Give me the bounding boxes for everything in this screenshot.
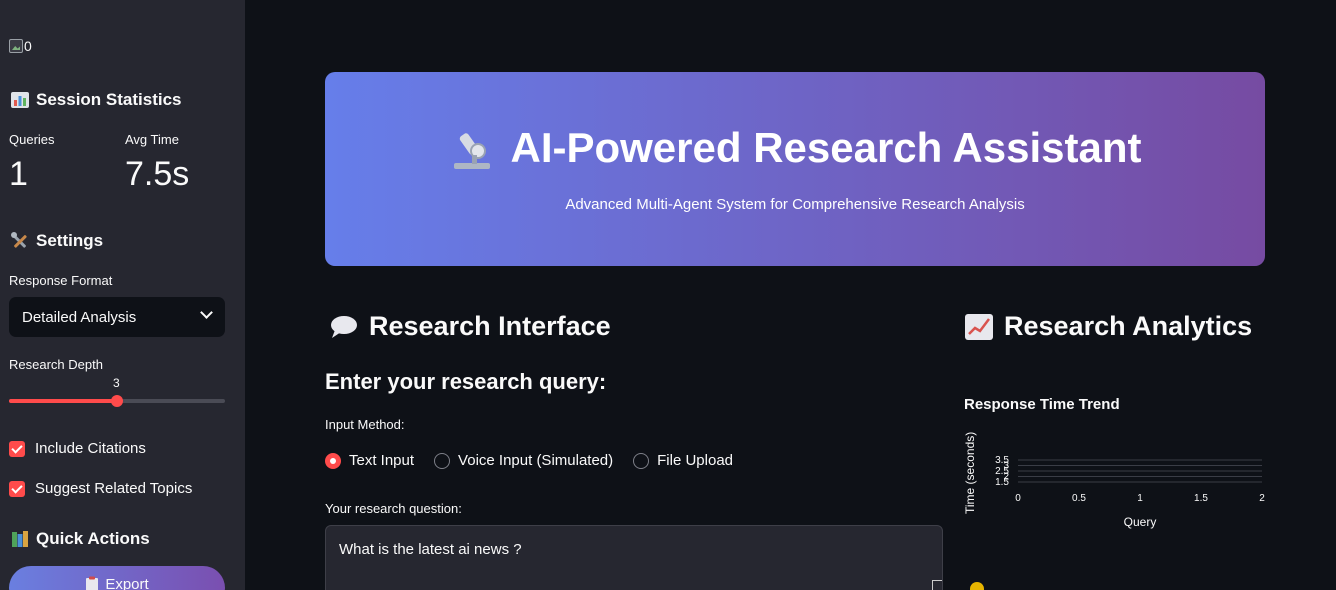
resize-handle-icon[interactable] xyxy=(932,580,942,590)
metric-avg-time-label: Avg Time xyxy=(125,132,179,147)
y-tick-label: 3.5 xyxy=(995,455,1009,466)
tools-icon xyxy=(11,232,27,248)
research-depth-value: 3 xyxy=(113,376,120,390)
logo-image: 0 xyxy=(9,38,32,54)
trend-chart-icon xyxy=(965,313,993,340)
input-method-radio-group: Text Input Voice Input (Simulated) File … xyxy=(325,452,733,469)
radio-selected-icon xyxy=(325,452,341,469)
bar-chart-icon xyxy=(11,92,29,108)
x-axis-label: Query xyxy=(1124,515,1157,529)
hero-banner: AI-Powered Research Assistant Advanced M… xyxy=(325,72,1265,266)
slider-thumb[interactable] xyxy=(111,395,123,407)
checkbox-checked-icon xyxy=(9,480,25,497)
radio-label: Text Input xyxy=(349,452,415,469)
lightbulb-icon xyxy=(970,582,984,590)
hero-title: AI-Powered Research Assistant xyxy=(325,124,1265,172)
checkbox-checked-icon xyxy=(9,440,25,457)
hero-title-text: AI-Powered Research Assistant xyxy=(510,124,1142,171)
research-interface-title: Research Interface xyxy=(369,311,611,341)
research-depth-slider[interactable] xyxy=(9,395,225,407)
research-analytics-title: Research Analytics xyxy=(1004,311,1253,341)
y-axis-label: Time (seconds) xyxy=(963,432,977,514)
include-citations-label: Include Citations xyxy=(35,440,146,457)
x-tick-label: 2 xyxy=(1259,493,1265,504)
query-heading: Enter your research query: xyxy=(325,369,607,394)
settings-title: Settings xyxy=(36,231,104,250)
session-statistics-title: Session Statistics xyxy=(36,90,182,109)
research-analytics-heading: Research Analytics xyxy=(964,311,1252,342)
microscope-icon xyxy=(454,133,491,169)
research-depth-label: Research Depth xyxy=(9,357,103,372)
metric-queries-value: 1 xyxy=(9,155,28,193)
hero-subtitle: Advanced Multi-Agent System for Comprehe… xyxy=(565,196,1025,213)
sidebar: 0 Session Statistics Queries 1 Avg Time … xyxy=(0,0,245,590)
quick-actions-title: Quick Actions xyxy=(36,529,150,548)
research-interface-heading: Research Interface xyxy=(329,311,611,342)
research-question-value: What is the latest ai news ? xyxy=(339,541,522,558)
input-method-label: Input Method: xyxy=(325,417,405,432)
response-time-chart: Time (seconds) Query 1.522.533.5 0 0.5 1 1.… xyxy=(963,432,1265,529)
x-tick-label: 0 xyxy=(1015,493,1021,504)
radio-voice-input[interactable]: Voice Input (Simulated) xyxy=(434,452,613,469)
x-tick-label: 1.5 xyxy=(1194,493,1208,504)
radio-label: File Upload xyxy=(657,452,734,469)
x-tick-label: 1 xyxy=(1137,493,1143,504)
logo-alt-text: 0 xyxy=(24,38,32,54)
slider-fill xyxy=(9,399,117,403)
response-format-label: Response Format xyxy=(9,273,113,288)
clipboard-icon xyxy=(86,576,99,590)
settings-heading: Settings xyxy=(10,231,103,251)
radio-label: Voice Input (Simulated) xyxy=(458,452,614,469)
response-format-value: Detailed Analysis xyxy=(22,308,137,326)
question-label: Your research question: xyxy=(325,501,462,516)
x-tick-label: 0.5 xyxy=(1072,493,1086,504)
session-statistics-heading: Session Statistics xyxy=(10,90,182,110)
metric-queries-label: Queries xyxy=(9,132,55,147)
export-button[interactable]: Export xyxy=(9,566,225,590)
suggest-related-topics-checkbox[interactable]: Suggest Related Topics xyxy=(9,480,192,497)
speech-bubble-icon xyxy=(331,315,357,338)
radio-unselected-icon xyxy=(633,452,650,469)
radio-unselected-icon xyxy=(434,452,451,469)
radio-file-upload[interactable]: File Upload xyxy=(633,452,733,469)
metric-avg-time-value: 7.5s xyxy=(125,155,190,193)
chevron-down-icon xyxy=(200,306,213,319)
books-icon xyxy=(12,531,28,547)
radio-text-input[interactable]: Text Input xyxy=(325,452,414,469)
research-question-textarea[interactable]: What is the latest ai news ? xyxy=(325,525,943,590)
export-label: Export xyxy=(105,576,149,590)
include-citations-checkbox[interactable]: Include Citations xyxy=(9,440,146,457)
suggest-related-topics-label: Suggest Related Topics xyxy=(35,480,193,497)
broken-image-icon xyxy=(9,39,23,53)
response-format-select[interactable]: Detailed Analysis xyxy=(9,297,225,337)
quick-actions-heading: Quick Actions xyxy=(10,529,150,549)
chart-title: Response Time Trend xyxy=(964,396,1120,413)
